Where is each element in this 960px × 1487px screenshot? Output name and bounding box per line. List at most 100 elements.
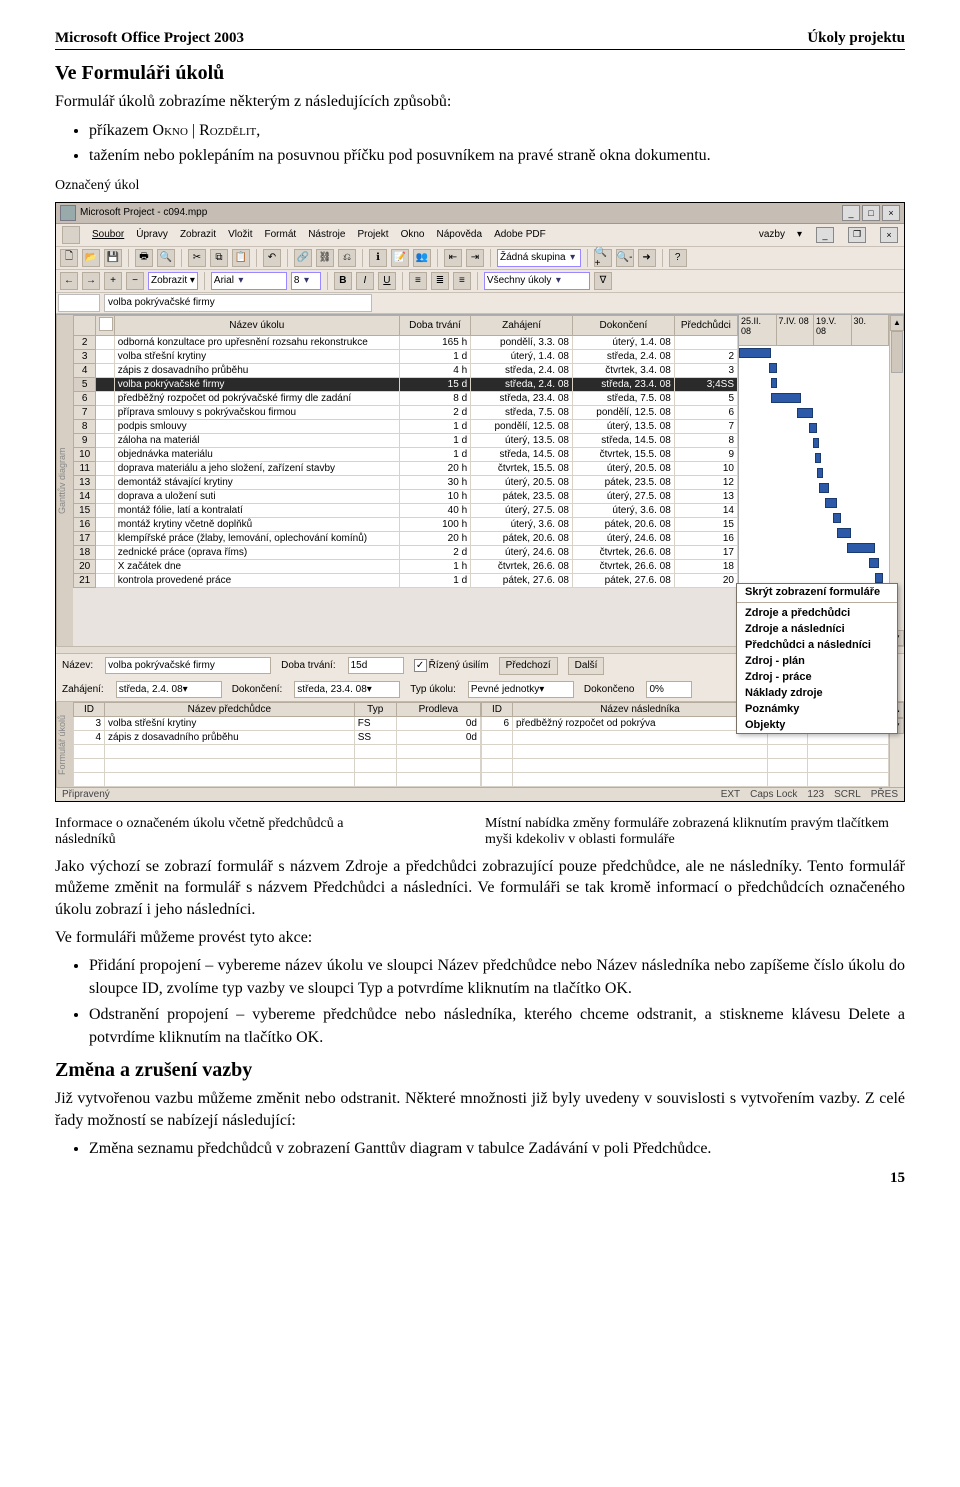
font-combo[interactable]: Arial▾ <box>211 272 287 290</box>
succ-col-id[interactable]: ID <box>482 702 513 716</box>
form-name-field[interactable]: volba pokrývačské firmy <box>105 657 271 674</box>
zoom-out-icon[interactable]: 🔍- <box>616 249 634 267</box>
table-row[interactable]: 10objednávka materiálu1 dstředa, 14.5. 0… <box>74 447 738 461</box>
gantt-bar[interactable] <box>771 378 777 388</box>
ctx-item-hide-form[interactable]: Skrýt zobrazení formuláře <box>737 584 897 600</box>
col-duration[interactable]: Doba trvání <box>399 315 470 335</box>
col-name[interactable]: Název úkolu <box>114 315 399 335</box>
gantt-bar[interactable] <box>771 393 801 403</box>
hide-icon[interactable]: − <box>126 272 144 290</box>
col-start[interactable]: Zahájení <box>471 315 573 335</box>
menu-napoveda[interactable]: Nápověda <box>436 229 482 240</box>
outdent2-icon[interactable]: ← <box>60 272 78 290</box>
filter-combo[interactable]: Všechny úkoly▾ <box>484 272 590 290</box>
doc-restore-button[interactable]: ❐ <box>848 227 866 243</box>
col-finish[interactable]: Dokončení <box>572 315 674 335</box>
ctx-item-resources-predecessors[interactable]: Zdroje a předchůdci <box>737 605 897 621</box>
print-icon[interactable]: 🖶 <box>135 249 153 267</box>
align-left-icon[interactable]: ≡ <box>409 272 427 290</box>
outdent-icon[interactable]: ⇤ <box>444 249 462 267</box>
table-row[interactable]: 11doprava materiálu a jeho složení, zaří… <box>74 461 738 475</box>
cell-ref-box[interactable] <box>58 294 100 312</box>
table-row[interactable]: 4zápis z dosavadního průběhuSS0d <box>74 730 481 744</box>
table-row[interactable]: 9záloha na materiál1 dúterý, 13.5. 08stř… <box>74 433 738 447</box>
link-icon[interactable]: 🔗 <box>294 249 312 267</box>
gantt-bar[interactable] <box>833 513 841 523</box>
table-row[interactable]: 14doprava a uložení suti10 hpátek, 23.5.… <box>74 489 738 503</box>
indent2-icon[interactable]: → <box>82 272 100 290</box>
form-finish-field[interactable]: středa, 23.4. 08▾ <box>294 681 400 698</box>
table-row[interactable]: 16montáž krytiny včetně doplňků100 húter… <box>74 517 738 531</box>
gantt-bar[interactable] <box>797 408 813 418</box>
show-icon[interactable]: + <box>104 272 122 290</box>
form-start-field[interactable]: středa, 2.4. 08▾ <box>116 681 222 698</box>
task-grid[interactable]: Název úkolu Doba trvání Zahájení Dokonče… <box>73 315 738 646</box>
next-button[interactable]: Další <box>568 657 605 675</box>
col-predecessors[interactable]: Předchůdci <box>674 315 737 335</box>
zoom-in-icon[interactable]: 🔍+ <box>594 249 612 267</box>
previous-button[interactable]: Předchozí <box>499 657 558 675</box>
scroll-thumb[interactable] <box>891 331 903 373</box>
bold-icon[interactable]: B <box>334 272 352 290</box>
pred-col-type[interactable]: Typ <box>354 702 396 716</box>
table-row[interactable]: 18zednické práce (oprava říms)2 dúterý, … <box>74 545 738 559</box>
menu-zobrazit[interactable]: Zobrazit <box>180 229 216 240</box>
align-right-icon[interactable]: ≡ <box>453 272 471 290</box>
ctx-item-resource-schedule[interactable]: Zdroj - plán <box>737 653 897 669</box>
menu-adobe-pdf[interactable]: Adobe PDF <box>494 229 546 240</box>
table-row[interactable]: 2odborná konzultace pro upřesnění rozsah… <box>74 335 738 349</box>
table-row[interactable]: 21kontrola provedené práce1 dpátek, 27.6… <box>74 573 738 587</box>
paste-icon[interactable]: 📋 <box>232 249 250 267</box>
gantt-bar[interactable] <box>739 348 771 358</box>
menu-projekt[interactable]: Projekt <box>357 229 388 240</box>
align-center-icon[interactable]: ≣ <box>431 272 449 290</box>
gantt-bar[interactable] <box>837 528 851 538</box>
gantt-bar[interactable] <box>817 468 823 478</box>
ctx-item-resources-successors[interactable]: Zdroje a následníci <box>737 621 897 637</box>
undo-icon[interactable]: ↶ <box>263 249 281 267</box>
pred-col-id[interactable]: ID <box>74 702 105 716</box>
table-row[interactable]: 5volba pokrývačské firmy15 dstředa, 2.4.… <box>74 377 738 391</box>
scroll-up-icon[interactable]: ▲ <box>890 315 904 331</box>
table-row[interactable]: 3volba střešní krytiny1 dúterý, 1.4. 08s… <box>74 349 738 363</box>
assign-icon[interactable]: 👥 <box>413 249 431 267</box>
cell-value-box[interactable]: volba pokrývačské firmy <box>104 294 372 312</box>
underline-icon[interactable]: U <box>378 272 396 290</box>
group-combo[interactable]: Žádná skupina▾ <box>497 249 581 267</box>
italic-icon[interactable]: I <box>356 272 374 290</box>
help-icon[interactable]: ? <box>669 249 687 267</box>
predecessors-grid[interactable]: ID Název předchůdce Typ Prodleva 3volba … <box>73 702 481 787</box>
gantt-bar[interactable] <box>825 498 837 508</box>
table-row[interactable]: 4zápis z dosavadního průběhu4 hstředa, 2… <box>74 363 738 377</box>
menu-nastroje[interactable]: Nástroje <box>308 229 345 240</box>
gantt-bar[interactable] <box>815 453 821 463</box>
ctx-item-pred-succ[interactable]: Předchůdci a následníci <box>737 637 897 653</box>
ctx-item-resource-work[interactable]: Zdroj - práce <box>737 669 897 685</box>
gantt-bar[interactable] <box>819 483 829 493</box>
goto-icon[interactable]: ➜ <box>638 249 656 267</box>
gantt-bar[interactable] <box>869 558 879 568</box>
notes-icon[interactable]: 📝 <box>391 249 409 267</box>
pred-col-lag[interactable]: Prodleva <box>396 702 480 716</box>
copy-icon[interactable]: ⧉ <box>210 249 228 267</box>
close-button[interactable]: × <box>882 205 900 221</box>
table-row[interactable]: 3volba střešní krytinyFS0d <box>74 716 481 730</box>
table-row[interactable]: 15montáž fólie, latí a kontralatí40 húte… <box>74 503 738 517</box>
info-icon[interactable]: ℹ <box>369 249 387 267</box>
open-icon[interactable]: 📂 <box>82 249 100 267</box>
doc-close-button[interactable]: × <box>880 227 898 243</box>
task-form-tab[interactable]: Formulář úkolů <box>56 702 73 787</box>
menu-soubor[interactable]: Soubor <box>92 229 124 240</box>
menu-vlozit[interactable]: Vložit <box>228 229 252 240</box>
split-icon[interactable]: ⎌ <box>338 249 356 267</box>
gantt-bar[interactable] <box>847 543 875 553</box>
ctx-item-notes[interactable]: Poznámky <box>737 701 897 717</box>
menu-format[interactable]: Formát <box>265 229 297 240</box>
succ-col-name[interactable]: Název následníka <box>513 702 768 716</box>
menu-overflow[interactable]: ▾ <box>797 229 802 240</box>
table-row[interactable]: 20X začátek dne1 hčtvrtek, 26.6. 08čtvrt… <box>74 559 738 573</box>
ctx-item-resource-cost[interactable]: Náklady zdroje <box>737 685 897 701</box>
doc-minimize-button[interactable]: _ <box>816 227 834 243</box>
minimize-button[interactable]: _ <box>842 205 860 221</box>
ctx-item-objects[interactable]: Objekty <box>737 717 897 733</box>
